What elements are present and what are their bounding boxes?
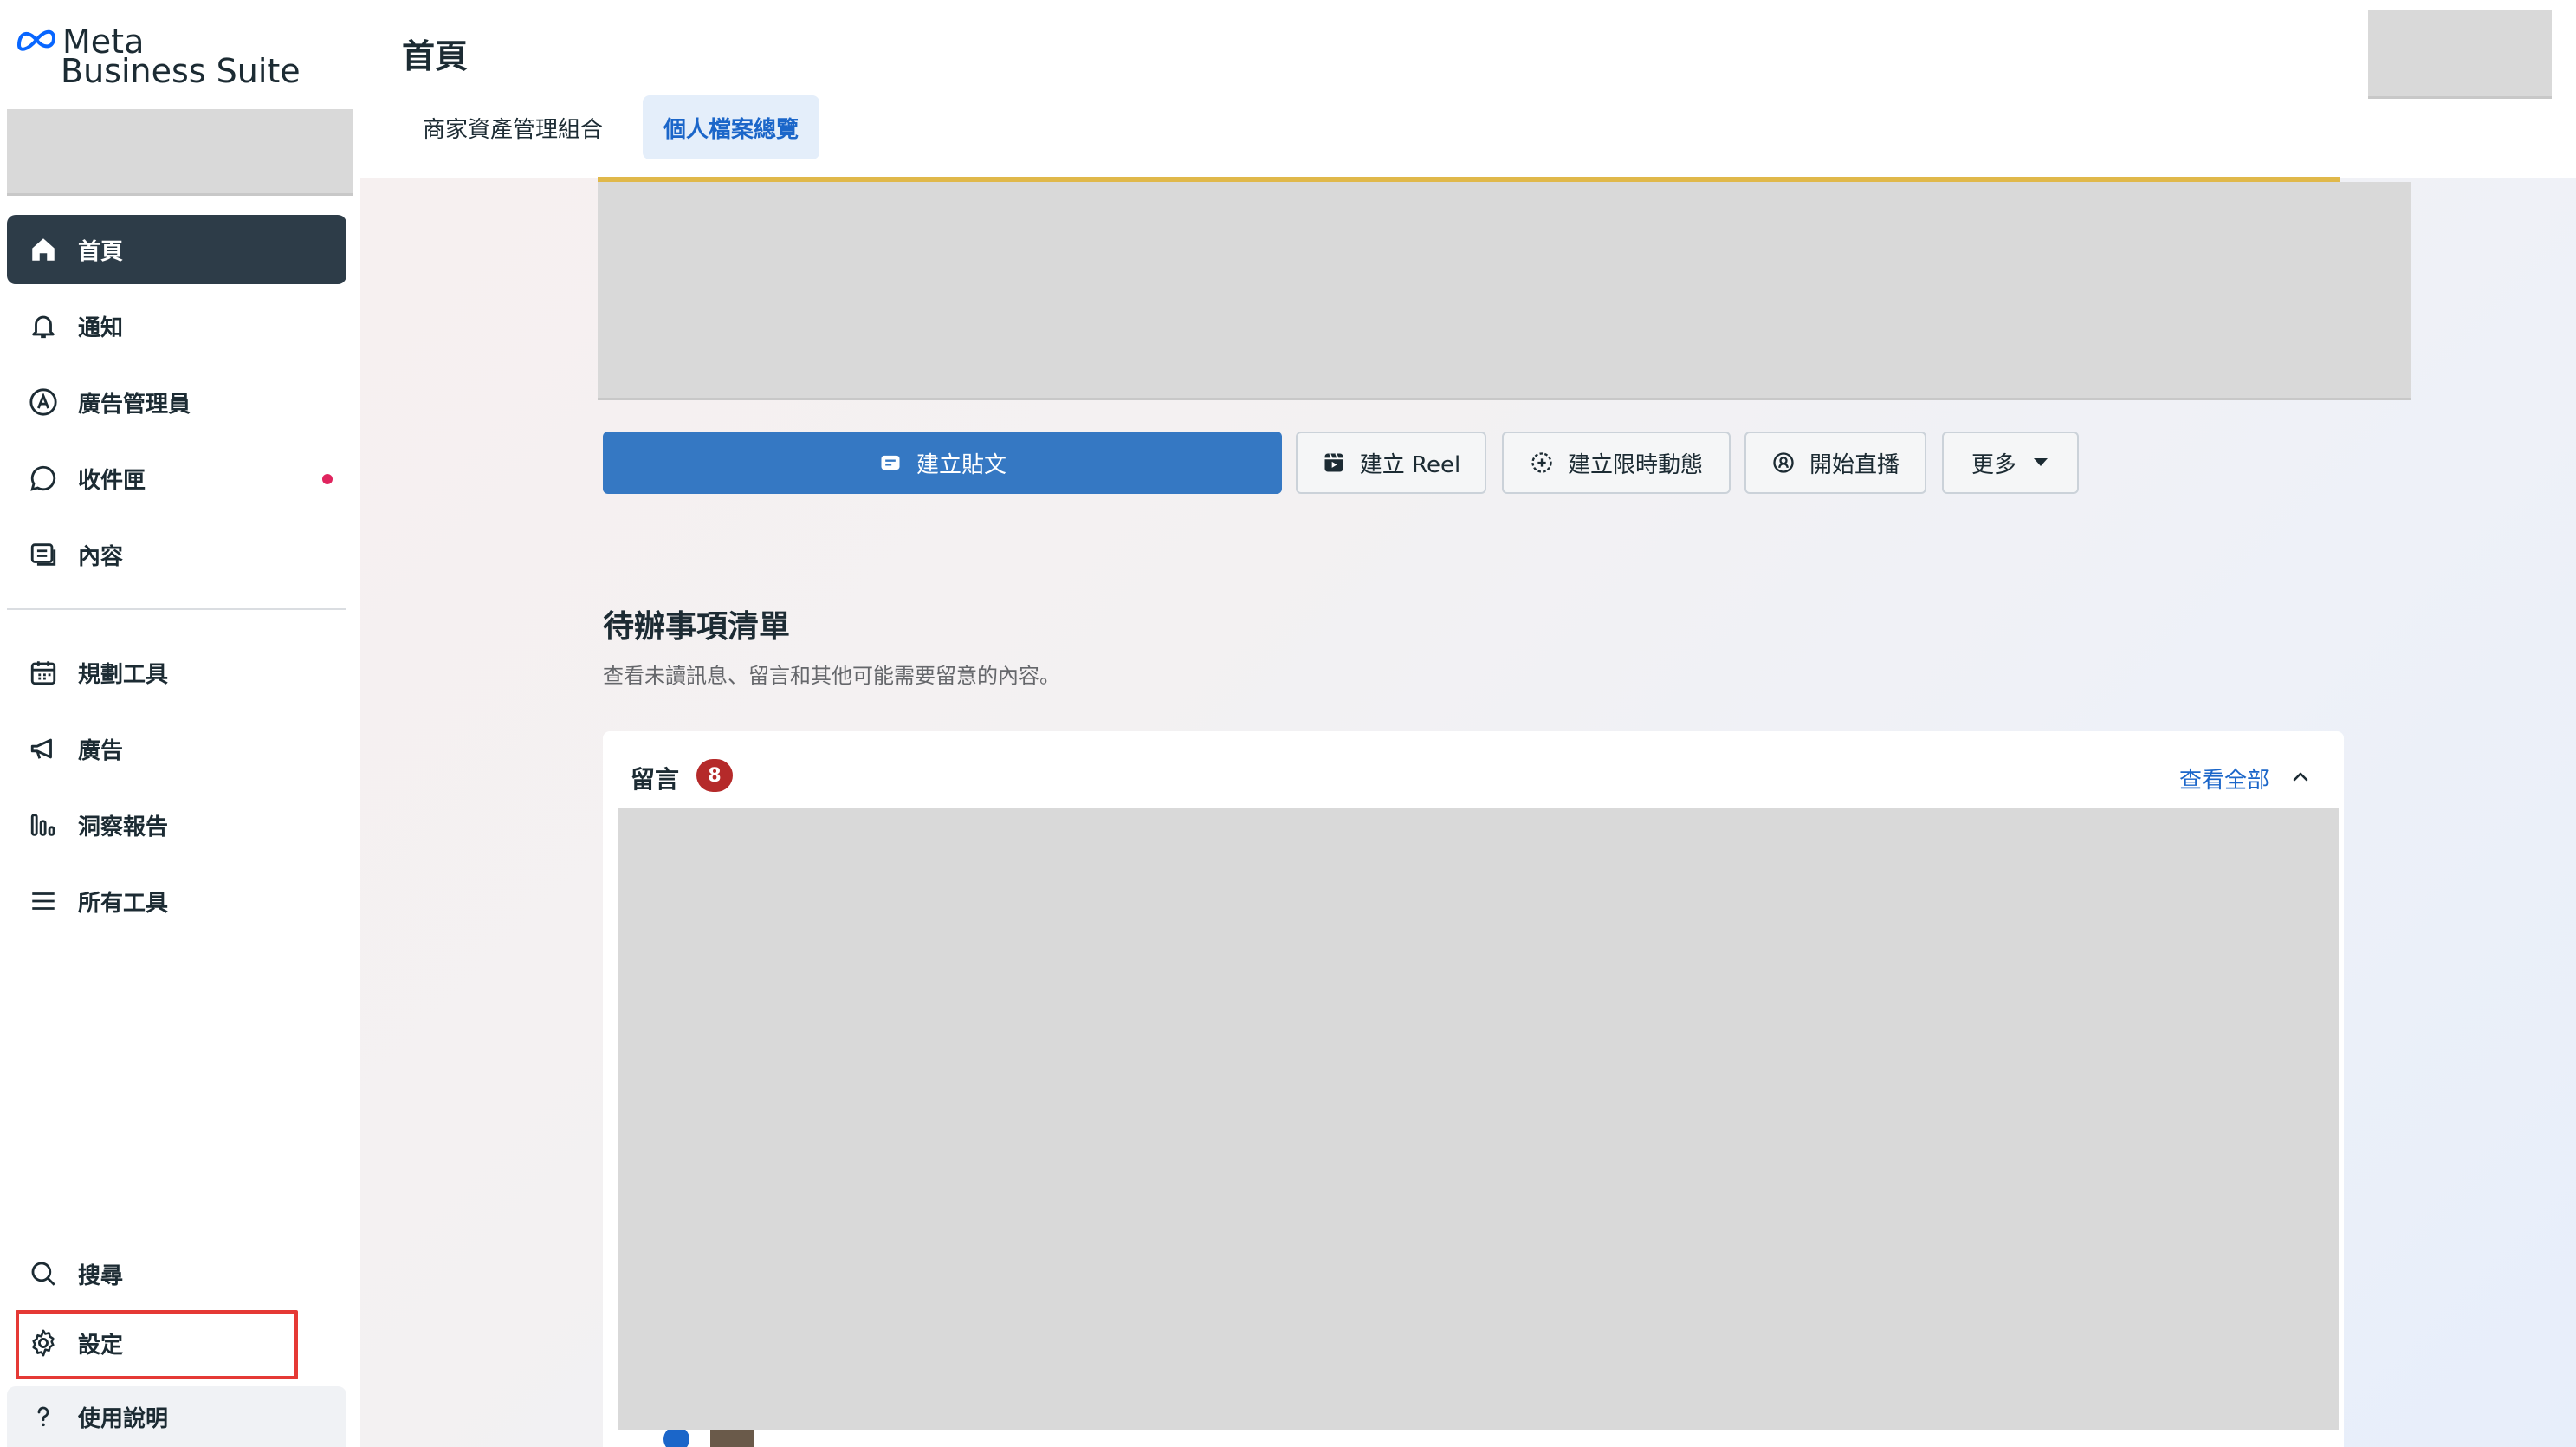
- sidebar-item-label: 規劃工具: [78, 661, 169, 688]
- settings-highlight-box: [16, 1310, 298, 1379]
- chevron-up-icon[interactable]: [2290, 766, 2311, 790]
- account-menu[interactable]: [2368, 10, 2552, 99]
- account-switcher[interactable]: [7, 109, 353, 196]
- create-story-label: 建立限時動態: [1567, 451, 1703, 478]
- more-label: 更多: [1971, 451, 2016, 478]
- question-icon: [24, 1398, 62, 1436]
- sidebar-item-label: 廣告管理員: [78, 391, 191, 418]
- sidebar-item-label: 搜尋: [78, 1262, 124, 1289]
- sidebar: Meta Business Suite 首頁 通知 廣告管理員 收件匣 內容 規…: [0, 0, 360, 1447]
- search-icon: [24, 1255, 62, 1293]
- sidebar-item-label: 使用說明: [78, 1405, 169, 1432]
- unread-dot: [322, 474, 333, 484]
- caret-down-icon: [2032, 457, 2049, 469]
- megaphone-icon: [24, 730, 62, 768]
- sidebar-item-label: 收件匣: [78, 467, 146, 494]
- sidebar-item-label: 洞察報告: [78, 814, 169, 840]
- logo-text-business-suite: Business Suite: [61, 52, 301, 90]
- add-story-icon: [1530, 451, 1554, 475]
- sidebar-item-all-tools[interactable]: 所有工具: [7, 866, 346, 936]
- page-title: 首頁: [402, 37, 469, 75]
- sidebar-item-ads-manager[interactable]: 廣告管理員: [7, 367, 346, 437]
- create-story-button[interactable]: 建立限時動態: [1502, 432, 1731, 494]
- sidebar-item-label: 通知: [78, 315, 124, 341]
- comments-list: [618, 808, 2339, 1430]
- create-reel-button[interactable]: 建立 Reel: [1296, 432, 1486, 494]
- create-post-label: 建立貼文: [916, 451, 1006, 478]
- comments-card-title: 留言: [631, 765, 680, 794]
- sidebar-divider: [7, 608, 346, 610]
- chat-bubble-icon: [24, 459, 62, 497]
- meta-logo-icon: [16, 29, 56, 51]
- avatar: [710, 1430, 754, 1447]
- post-icon: [878, 451, 903, 475]
- sidebar-item-notifications[interactable]: 通知: [7, 291, 346, 360]
- view-all-link[interactable]: 查看全部: [2179, 762, 2269, 795]
- comment-row-partial[interactable]: [618, 1430, 2339, 1447]
- live-icon: [1771, 451, 1796, 475]
- todo-list-title: 待辦事項清單: [603, 609, 791, 645]
- sidebar-item-search[interactable]: 搜尋: [7, 1239, 346, 1308]
- calendar-icon: [24, 653, 62, 691]
- sidebar-item-content[interactable]: 內容: [7, 520, 346, 589]
- sidebar-item-home[interactable]: 首頁: [7, 215, 346, 284]
- ads-manager-icon: [24, 383, 62, 421]
- sidebar-item-label: 所有工具: [78, 890, 169, 917]
- tab-profile-overview[interactable]: 個人檔案總覽: [643, 95, 820, 159]
- tab-business-portfolio[interactable]: 商家資產管理組合: [402, 95, 624, 159]
- content-icon: [24, 535, 62, 574]
- menu-icon: [24, 882, 62, 920]
- bar-chart-icon: [24, 806, 62, 844]
- home-icon: [24, 230, 62, 269]
- meta-business-suite-logo[interactable]: Meta Business Suite: [16, 23, 301, 90]
- sidebar-item-inbox[interactable]: 收件匣: [7, 444, 346, 513]
- sidebar-item-planner[interactable]: 規劃工具: [7, 638, 346, 707]
- go-live-button[interactable]: 開始直播: [1744, 432, 1926, 494]
- sidebar-item-insights[interactable]: 洞察報告: [7, 790, 346, 860]
- reel-icon: [1322, 451, 1346, 475]
- sidebar-item-ads[interactable]: 廣告: [7, 714, 346, 783]
- sidebar-item-help[interactable]: 使用說明: [7, 1386, 346, 1447]
- create-post-button[interactable]: 建立貼文: [603, 432, 1282, 494]
- go-live-label: 開始直播: [1809, 451, 1900, 478]
- comments-count-badge: 8: [696, 759, 733, 792]
- more-dropdown-button[interactable]: 更多: [1942, 432, 2079, 494]
- sidebar-item-label: 內容: [78, 543, 124, 570]
- cover-photo: [598, 182, 2411, 400]
- sidebar-item-label: 首頁: [78, 238, 124, 265]
- sidebar-item-label: 廣告: [78, 737, 124, 764]
- todo-list-subtitle: 查看未讀訊息、留言和其他可能需要留意的內容。: [603, 664, 1060, 688]
- create-reel-label: 建立 Reel: [1359, 451, 1461, 478]
- facebook-icon: [663, 1430, 689, 1447]
- bell-icon: [24, 307, 62, 345]
